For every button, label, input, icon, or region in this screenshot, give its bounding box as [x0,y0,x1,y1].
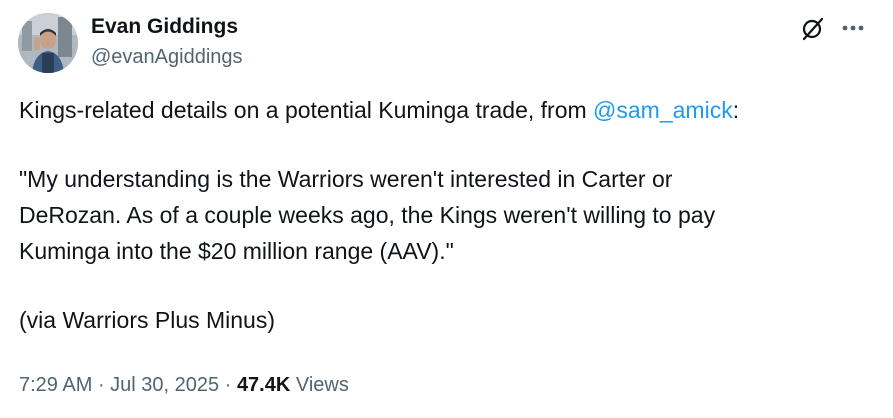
meta-separator: · [219,374,237,396]
tweet-card: Evan Giddings @evanAgiddings Kings-relat… [0,0,893,418]
tweet-meta: 7:29 AM · Jul 30, 2025 · 47.4K Views [19,372,349,398]
views-count[interactable]: 47.4K [237,374,290,396]
source-line: (via Warriors Plus Minus) [19,307,276,333]
author-handle[interactable]: @evanAgiddings [91,45,243,69]
mention-link[interactable]: @sam_amick [593,97,733,123]
tweet-text: Kings-related details on a potential Kum… [19,92,879,338]
meta-separator: · [92,374,111,396]
user-avatar-photo [18,13,78,73]
quote-line-3: Kuminga into the $20 million range (AAV)… [19,238,454,264]
author-display-name[interactable]: Evan Giddings [91,15,238,39]
tweet-time: 7:29 AM [19,374,93,396]
tweet-date: Jul 30, 2025 [110,374,220,396]
more-horizontal-icon[interactable] [838,14,868,42]
author-avatar[interactable] [18,13,78,73]
quote-line-2: DeRozan. As of a couple weeks ago, the K… [19,202,716,228]
tweet-timestamp[interactable]: 7:29 AM · Jul 30, 2025 [19,374,219,396]
tweet-line-intro: Kings-related details on a potential Kum… [19,92,879,128]
intro-suffix: : [732,97,740,123]
intro-text: Kings-related details on a potential Kum… [19,97,594,123]
grok-slash-icon[interactable] [799,14,827,42]
views-label: Views [295,374,349,396]
quote-line-1: "My understanding is the Warriors weren'… [19,166,673,192]
